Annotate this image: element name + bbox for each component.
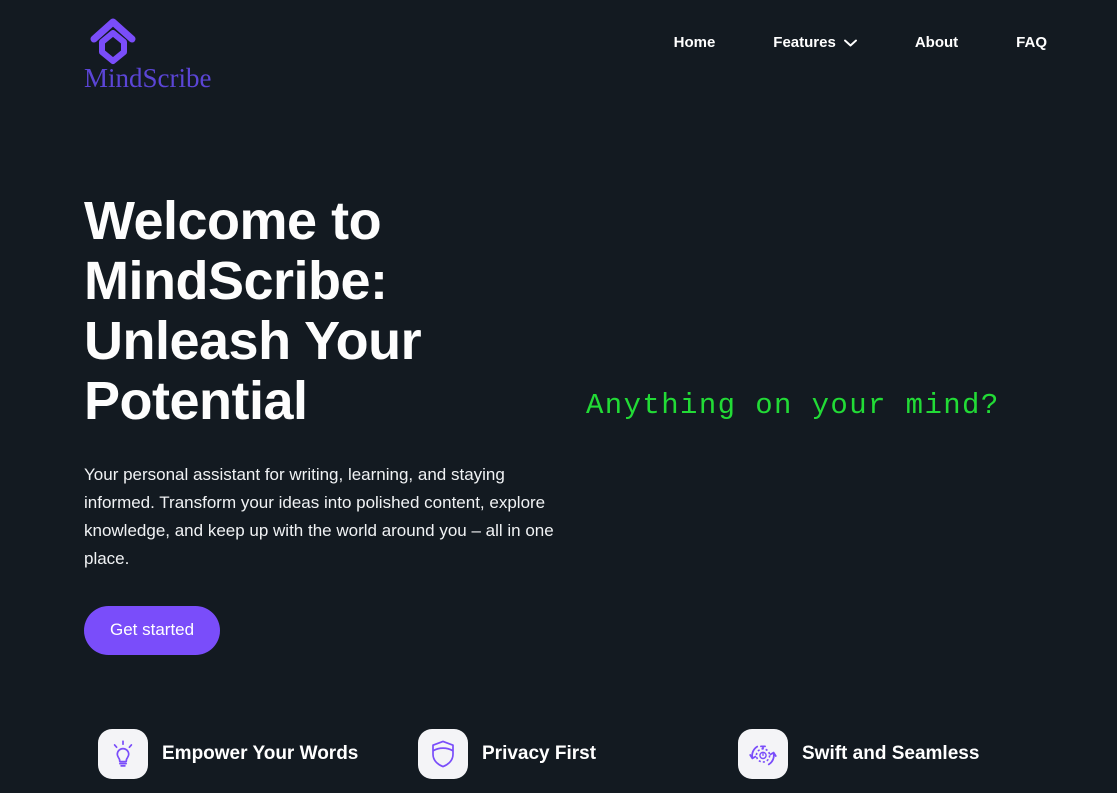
cta-container: Get started — [84, 573, 564, 655]
get-started-button[interactable]: Get started — [84, 606, 221, 655]
nav-item-label: Features — [773, 34, 836, 51]
feature-item-swift-and-seamless[interactable]: Swift and Seamless — [738, 726, 1058, 782]
feature-label: Swift and Seamless — [802, 743, 980, 764]
feature-icon-badge — [418, 729, 468, 779]
feature-label: Empower Your Words — [162, 743, 359, 764]
shield-icon — [432, 740, 454, 768]
nav-item-home[interactable]: Home — [674, 32, 716, 54]
nav-item-label: Home — [673, 34, 716, 51]
hero-subtitle: Your personal assistant for writing, lea… — [84, 465, 554, 568]
nav-item-label: FAQ — [1016, 34, 1047, 51]
mindscribe-logo-icon — [90, 18, 136, 64]
hero-content: Welcome to MindScribe: Unleash Your Pote… — [84, 191, 564, 655]
feature-item-empower-your-words[interactable]: Empower Your Words — [98, 726, 418, 782]
prompt-headline: Anything on your mind? — [586, 389, 1000, 422]
site-header: MindScribe Home Features About FAQ — [0, 0, 1117, 93]
feature-strip: Empower Your Words Privacy First Swift a… — [0, 726, 1117, 793]
lightbulb-icon — [113, 740, 133, 767]
nav-item-features[interactable]: Features — [773, 32, 857, 54]
feature-label: Privacy First — [482, 743, 597, 764]
brand-logo[interactable]: MindScribe — [84, 14, 314, 93]
nav-item-label: About — [914, 34, 959, 51]
chevron-down-icon — [843, 39, 857, 47]
nav-item-faq[interactable]: FAQ — [1016, 32, 1047, 54]
feature-icon-badge — [738, 729, 788, 779]
feature-item-privacy-first[interactable]: Privacy First — [418, 726, 738, 782]
hero-prompt-area: Anything on your mind? — [586, 388, 1086, 424]
main-navigation: Home Features About FAQ — [674, 32, 1047, 54]
page-title: Welcome to MindScribe: Unleash Your Pote… — [84, 191, 422, 431]
nav-item-about[interactable]: About — [915, 32, 958, 54]
stopwatch-refresh-icon — [749, 745, 777, 766]
hero-section: Welcome to MindScribe: Unleash Your Pote… — [0, 88, 1117, 698]
feature-icon-badge — [98, 729, 148, 779]
